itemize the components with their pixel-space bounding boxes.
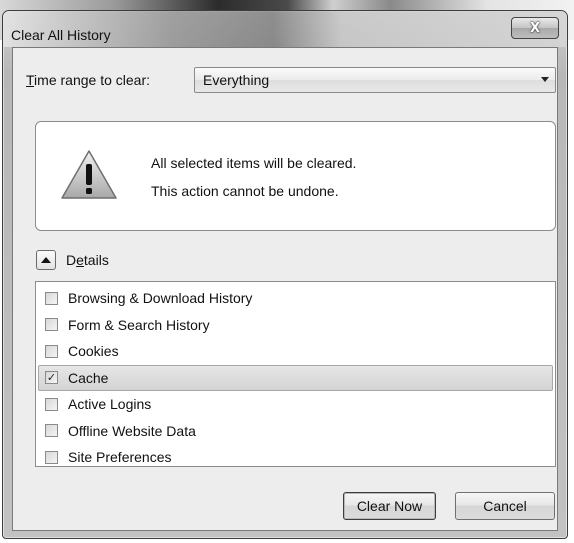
- item-label: Browsing & Download History: [68, 290, 253, 307]
- chevron-up-icon: [41, 257, 51, 263]
- list-item-offline-website-data[interactable]: Offline Website Data: [38, 418, 553, 445]
- item-label: Active Logins: [68, 396, 152, 413]
- chevron-down-icon: [541, 77, 549, 82]
- details-label-pre: D: [66, 252, 77, 268]
- warning-box: All selected items will be cleared. This…: [35, 121, 556, 231]
- window-title: Clear All History: [11, 27, 111, 43]
- list-item-cookies[interactable]: Cookies: [38, 338, 553, 365]
- item-label: Offline Website Data: [68, 422, 196, 439]
- checkbox-cookies[interactable]: [45, 344, 58, 358]
- list-item-active-logins[interactable]: Active Logins: [38, 391, 553, 418]
- checkbox-browsing-download-history[interactable]: [45, 291, 58, 305]
- list-item-cache[interactable]: ✓ Cache: [38, 364, 553, 391]
- details-label[interactable]: Details: [66, 252, 109, 268]
- time-range-select[interactable]: Everything: [194, 67, 556, 93]
- close-icon: X: [529, 20, 541, 36]
- title-bar[interactable]: Clear All History X: [3, 11, 567, 47]
- details-label-accel: e: [76, 252, 84, 268]
- item-label: Site Preferences: [68, 449, 172, 466]
- clear-history-dialog: Clear All History X Time range to clear:…: [2, 10, 568, 539]
- details-toggle-button[interactable]: [36, 250, 56, 270]
- history-items-list: Browsing & Download History Form & Searc…: [35, 281, 556, 467]
- time-range-label: Time range to clear:: [26, 72, 150, 88]
- item-label: Form & Search History: [68, 316, 210, 333]
- warning-triangle-icon: [61, 150, 117, 199]
- checkbox-form-search-history[interactable]: [45, 318, 58, 332]
- time-range-label-rest: ime range to clear:: [34, 72, 150, 88]
- close-button[interactable]: X: [511, 17, 559, 39]
- time-range-row: Time range to clear:: [26, 72, 150, 88]
- item-label: Cookies: [68, 343, 119, 360]
- checkbox-active-logins[interactable]: [45, 397, 58, 411]
- details-label-post: tails: [83, 252, 109, 268]
- list-item-site-preferences[interactable]: Site Preferences: [38, 444, 553, 471]
- clear-now-button[interactable]: Clear Now: [343, 492, 436, 520]
- item-label: Cache: [68, 369, 109, 386]
- checkbox-cache[interactable]: ✓: [45, 371, 58, 385]
- dialog-content: Time range to clear: Everything All sele…: [12, 47, 558, 531]
- warning-line-1: All selected items will be cleared.: [151, 155, 357, 171]
- details-toggle-row: Details: [36, 250, 109, 270]
- cancel-button[interactable]: Cancel: [455, 492, 555, 520]
- time-range-label-accel: T: [26, 72, 35, 88]
- list-item-form-search-history[interactable]: Form & Search History: [38, 312, 553, 339]
- checkbox-site-preferences[interactable]: [45, 450, 58, 464]
- checkbox-offline-website-data[interactable]: [45, 424, 58, 438]
- list-item-browsing-download-history[interactable]: Browsing & Download History: [38, 285, 553, 312]
- warning-line-2: This action cannot be undone.: [151, 183, 339, 199]
- time-range-value: Everything: [203, 72, 270, 88]
